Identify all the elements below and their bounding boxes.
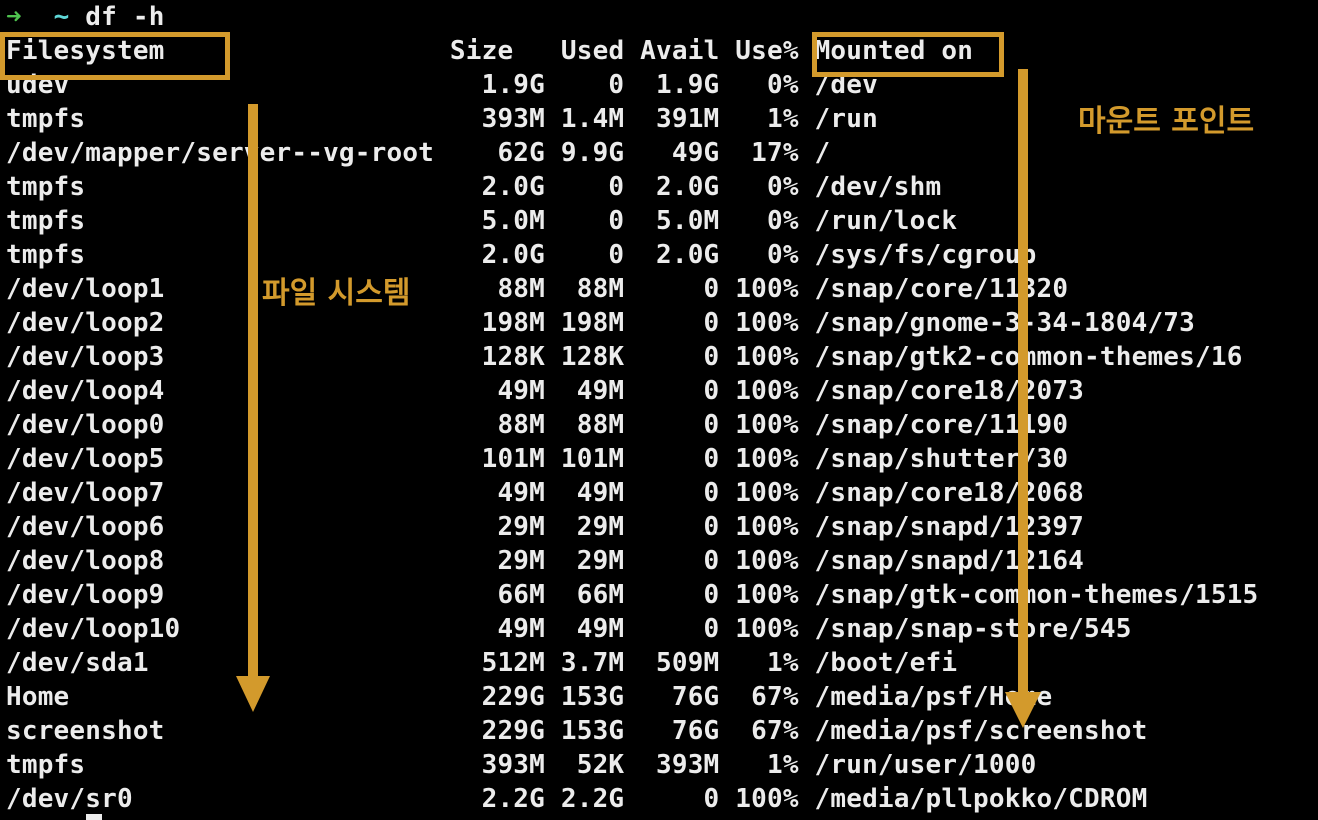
mount-arrow-head-icon [1005, 692, 1041, 728]
filesystem-annotation: 파일 시스템 [262, 276, 411, 311]
filesystem-arrow-head-icon [236, 676, 270, 712]
mount-point-annotation: 마운트 포인트 [1078, 104, 1255, 139]
mount-arrow-shaft [1018, 69, 1028, 696]
filesystem-arrow-shaft [248, 104, 258, 684]
